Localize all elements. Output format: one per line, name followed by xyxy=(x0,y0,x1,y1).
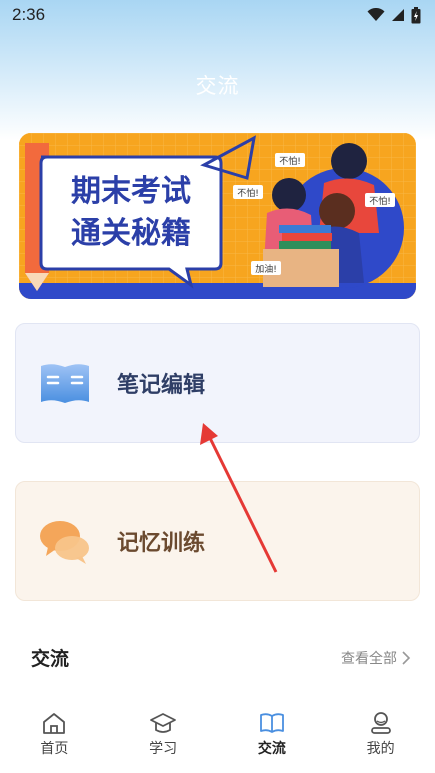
tab-exchange[interactable]: 交流 xyxy=(218,700,327,773)
tab-home-label: 首页 xyxy=(40,741,69,757)
tab-exchange-label: 交流 xyxy=(257,741,286,757)
open-book-icon xyxy=(259,713,284,733)
section-title: 交流 xyxy=(31,648,70,670)
tab-study[interactable]: 学习 xyxy=(109,700,218,773)
home-icon xyxy=(43,713,66,734)
exchange-section-header: 交流 查看全部 xyxy=(31,644,411,671)
tab-home[interactable]: 首页 xyxy=(0,700,109,773)
bottom-tab-bar: 首页 学习 交流 我的 xyxy=(0,700,435,773)
tab-mine-label: 我的 xyxy=(366,741,395,757)
user-icon xyxy=(370,712,391,734)
view-all-link[interactable]: 查看全部 xyxy=(341,648,411,668)
graduation-cap-icon xyxy=(150,713,177,733)
tab-study-label: 学习 xyxy=(149,741,178,757)
tab-mine[interactable]: 我的 xyxy=(326,700,435,773)
view-all-label: 查看全部 xyxy=(341,650,397,667)
chevron-right-icon xyxy=(402,650,411,665)
